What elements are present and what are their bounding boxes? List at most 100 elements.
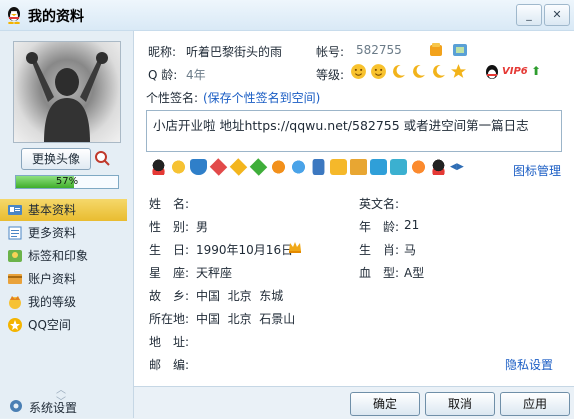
constellation-label: 星 座: xyxy=(149,266,190,280)
scroll-arrows-icon[interactable]: ◀▶ xyxy=(450,159,464,175)
nav-item-label: 标签和印象 xyxy=(28,249,89,263)
sun-level-icon xyxy=(371,64,386,79)
name-label: 姓 名: xyxy=(149,197,190,211)
account-label: 帐号: xyxy=(316,45,345,59)
vip-level[interactable]: VIP6 xyxy=(502,66,528,77)
orange-gem-icon[interactable] xyxy=(270,159,287,175)
apply-button[interactable]: 应用 xyxy=(500,392,570,416)
nav-item[interactable]: 基本资料 xyxy=(0,199,127,221)
cancel-button[interactable]: 取消 xyxy=(425,392,495,416)
icon-manage-link[interactable]: 图标管理 xyxy=(513,162,561,179)
age-label: 年 龄: xyxy=(359,220,400,234)
nav-item[interactable]: 标签和印象 xyxy=(0,245,127,267)
close-button[interactable]: ✕ xyxy=(544,4,570,26)
nav-item[interactable]: 账户资料 xyxy=(0,268,127,290)
hometown-label: 故 乡: xyxy=(149,289,190,303)
location-value: 中国 北京 石景山 xyxy=(196,312,296,326)
signature-field[interactable]: 小店开业啦 地址https://qqwu.net/582755 或者进空间第一篇… xyxy=(146,110,562,152)
avatar xyxy=(13,41,121,143)
music-service-icon[interactable] xyxy=(290,159,307,175)
zodiac-value: 马 xyxy=(404,243,417,257)
qzone-icon xyxy=(7,317,23,333)
birthday-label: 生 日: xyxy=(149,243,190,257)
phone-service-icon[interactable] xyxy=(312,159,325,175)
buddy-service-icon[interactable] xyxy=(410,159,427,175)
gold-badge-icon[interactable] xyxy=(428,42,444,58)
list-icon xyxy=(7,225,23,241)
shield-service-icon[interactable] xyxy=(190,159,207,175)
system-settings-link[interactable]: 系统设置 xyxy=(29,399,77,416)
account-icon xyxy=(7,271,23,287)
gear-icon[interactable] xyxy=(8,398,24,414)
card-icon[interactable] xyxy=(452,42,468,58)
tag-icon xyxy=(7,248,23,264)
save-signature-link[interactable]: (保存个性签名到空间) xyxy=(203,89,320,106)
blood-type-label: 血 型: xyxy=(359,266,400,280)
gender-label: 性 别: xyxy=(149,220,190,234)
nav-item-label: 更多资料 xyxy=(28,226,77,240)
avatar-silhouette-icon xyxy=(26,52,108,142)
nav-item-label: 我的等级 xyxy=(28,295,77,309)
birthday-crown-icon xyxy=(289,242,301,253)
mail-service-icon[interactable] xyxy=(390,159,407,175)
left-panel: 更换头像 57% 基本资料 更多资料 标签和印象 账户资料 我的等级 QQ空间 ︿ ﹀ xyxy=(0,31,134,418)
signature-text: 小店开业啦 地址https://qqwu.net/582755 或者进空间第一篇… xyxy=(153,118,529,133)
green-diamond-icon[interactable] xyxy=(249,158,268,176)
signature-label: 个性签名: xyxy=(146,91,199,105)
blood-type-value: A型 xyxy=(404,266,425,280)
qage-value: 4年 xyxy=(186,68,206,82)
pet-service-icon[interactable] xyxy=(170,159,187,175)
nav-item-label: 基本资料 xyxy=(28,203,77,217)
game-service-icon[interactable] xyxy=(330,159,347,175)
penguin-service-icon[interactable] xyxy=(150,159,167,175)
title-bar: 我的资料 _ ✕ xyxy=(0,0,574,31)
nav-item[interactable]: 更多资料 xyxy=(0,222,127,244)
service-icons-row: ◀▶ xyxy=(150,158,464,176)
moon-level-icon xyxy=(433,65,445,78)
sun-level-icon xyxy=(351,64,366,79)
birthday-value: 1990年10月16日 xyxy=(196,243,294,257)
nickname-label: 昵称: xyxy=(148,45,177,59)
profile-panel xyxy=(134,31,574,386)
zodiac-label: 生 肖: xyxy=(359,243,400,257)
minimize-button[interactable]: _ xyxy=(516,4,542,26)
nav-item-label: QQ空间 xyxy=(28,318,71,332)
profile-completion-text: 57% xyxy=(55,176,79,187)
magnifier-icon[interactable] xyxy=(94,150,110,166)
red-diamond-icon[interactable] xyxy=(209,158,228,176)
gender-value: 男 xyxy=(196,220,209,234)
privacy-settings-link[interactable]: 隐私设置 xyxy=(505,356,553,373)
age-value: 21 xyxy=(404,218,420,232)
profile-completion-bar: 57% xyxy=(15,175,119,189)
pet-penguin-icon[interactable] xyxy=(430,159,447,175)
nav-item[interactable]: QQ空间 xyxy=(0,314,127,336)
account-value: 582755 xyxy=(356,43,402,57)
star-level-icon xyxy=(451,64,466,78)
qzone-service-icon[interactable] xyxy=(370,159,387,175)
book-service-icon[interactable] xyxy=(350,159,367,175)
location-label: 所在地: xyxy=(149,312,190,326)
english-name-label: 英文名: xyxy=(359,197,400,211)
constellation-value: 天秤座 xyxy=(196,266,233,280)
qage-label: Q 龄: xyxy=(148,68,178,82)
id-card-icon xyxy=(7,202,23,218)
change-avatar-button[interactable]: 更换头像 xyxy=(21,148,91,170)
window-title: 我的资料 xyxy=(28,9,84,25)
nickname-value: 听着巴黎街头的雨 xyxy=(186,45,283,59)
moon-level-icon xyxy=(393,65,405,78)
hometown-value: 中国 北京 东城 xyxy=(196,289,284,303)
zip-label: 邮 编: xyxy=(149,358,190,372)
qq-penguin-icon xyxy=(8,7,20,24)
level-icons xyxy=(350,63,467,80)
crown-icon xyxy=(7,294,23,310)
address-label: 地 址: xyxy=(149,335,190,349)
nav-item-label: 账户资料 xyxy=(28,272,77,286)
nav-item[interactable]: 我的等级 xyxy=(0,291,127,313)
yellow-diamond-icon[interactable] xyxy=(229,158,248,176)
moon-level-icon xyxy=(413,65,425,78)
window-controls: _ ✕ xyxy=(516,4,570,26)
level-label: 等级: xyxy=(316,68,345,82)
upgrade-arrow-icon: ⬆ xyxy=(531,64,542,78)
vip-penguin-icon[interactable] xyxy=(484,64,500,80)
ok-button[interactable]: 确定 xyxy=(350,392,420,416)
